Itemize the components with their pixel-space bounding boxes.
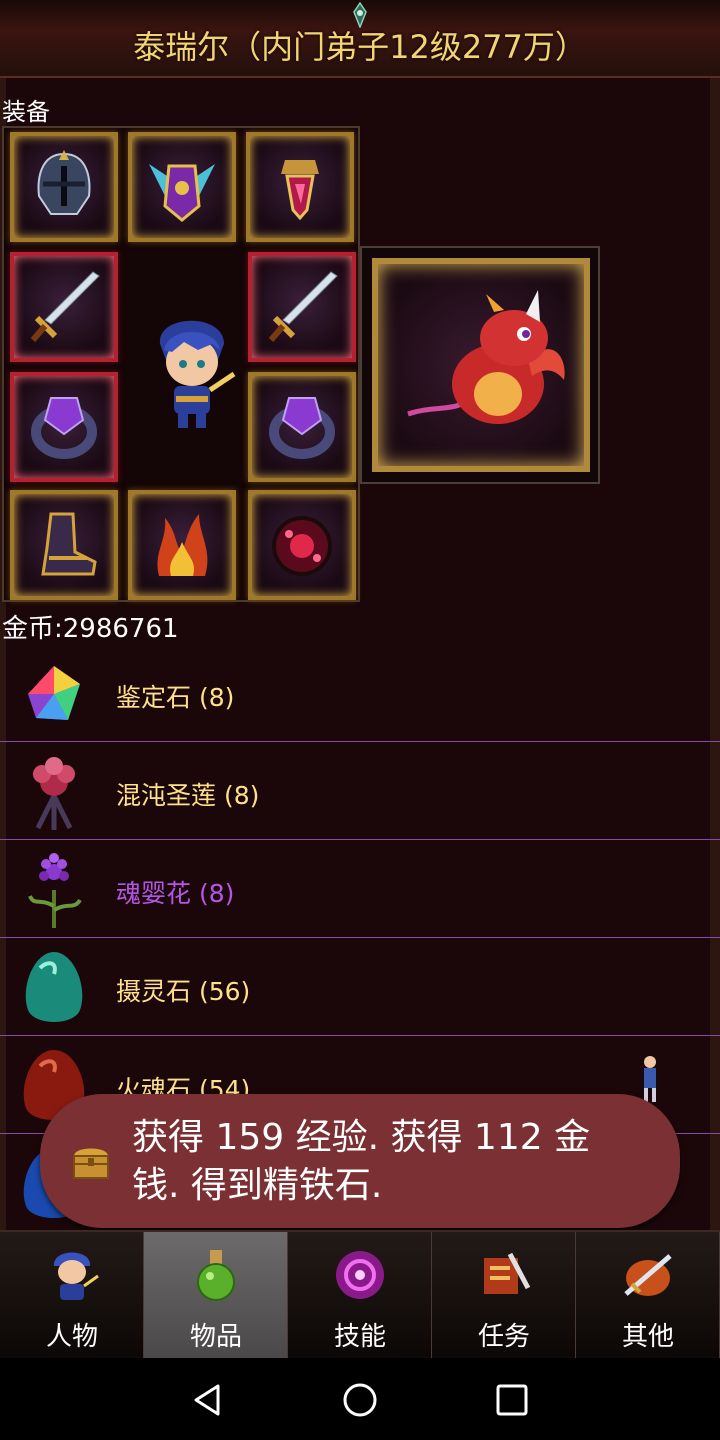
equipment-label: 装备 bbox=[2, 98, 50, 126]
boots-icon bbox=[41, 512, 97, 576]
recents-icon[interactable] bbox=[492, 1380, 532, 1420]
tab-label: 物品 bbox=[189, 1322, 242, 1352]
sword-shield-icon bbox=[624, 1254, 672, 1296]
soul-flower-icon bbox=[28, 853, 82, 928]
home-icon[interactable] bbox=[340, 1380, 380, 1420]
title-bar: 泰瑞尔（内门弟子12级277万） bbox=[0, 0, 720, 78]
bottom-tab-bar: 人物 物品 技能 任务 其他 bbox=[0, 1230, 720, 1358]
equipment-panel bbox=[2, 126, 360, 602]
tab-quests[interactable]: 任务 bbox=[432, 1232, 576, 1358]
weapon-slot-right[interactable] bbox=[248, 252, 356, 362]
hero-avatar bbox=[159, 320, 236, 428]
list-item[interactable]: 鉴定石 (8) bbox=[0, 644, 720, 742]
tab-label: 任务 bbox=[477, 1322, 530, 1352]
amulet-icon bbox=[281, 160, 319, 221]
green-egg-stone-icon bbox=[25, 952, 83, 1022]
ring-slot-left[interactable] bbox=[10, 372, 118, 482]
orb-slot[interactable] bbox=[248, 490, 356, 600]
magic-orb-icon bbox=[336, 1251, 384, 1299]
list-item[interactable]: 混沌圣莲 (8) bbox=[0, 742, 720, 840]
tab-label: 人物 bbox=[45, 1322, 98, 1352]
armor-slot[interactable] bbox=[128, 132, 236, 242]
helmet-slot[interactable] bbox=[10, 132, 118, 242]
amulet-slot[interactable] bbox=[246, 132, 354, 242]
tab-skills[interactable]: 技能 bbox=[288, 1232, 432, 1358]
tab-other[interactable]: 其他 bbox=[576, 1232, 720, 1358]
reward-toast: 获得 159 经验. 获得 112 金钱. 得到精铁石. bbox=[40, 1094, 680, 1228]
list-item[interactable]: 魂婴花 (8) bbox=[0, 840, 720, 938]
back-icon[interactable] bbox=[188, 1380, 228, 1420]
system-nav-bar bbox=[0, 1358, 720, 1440]
pet-frame bbox=[372, 258, 590, 472]
sword-icon bbox=[30, 271, 100, 342]
tab-items[interactable]: 物品 bbox=[144, 1232, 288, 1358]
flame-belt-icon bbox=[157, 514, 208, 576]
item-name: 混沌圣莲 (8) bbox=[116, 781, 260, 810]
tab-character[interactable]: 人物 bbox=[0, 1232, 144, 1358]
pet-slot[interactable] bbox=[360, 246, 600, 484]
ring-icon bbox=[269, 397, 335, 459]
tab-label: 其他 bbox=[621, 1322, 674, 1352]
gem-orb-icon bbox=[272, 516, 332, 576]
ring-slot-right[interactable] bbox=[248, 372, 356, 482]
red-dragon-icon bbox=[407, 290, 565, 424]
gold-counter: 金币:2986761 bbox=[2, 614, 179, 644]
toast-message: 获得 159 经验. 获得 112 金钱. 得到精铁石. bbox=[132, 1117, 591, 1206]
hero-icon bbox=[53, 1252, 99, 1300]
mini-hero-icon bbox=[644, 1056, 656, 1102]
wings-armor-icon bbox=[149, 164, 215, 222]
character-title: 泰瑞尔（内门弟子12级277万） bbox=[133, 28, 587, 66]
rainbow-crystal-icon bbox=[28, 666, 80, 720]
weapon-slot-left[interactable] bbox=[10, 252, 118, 362]
chaos-lotus-icon bbox=[33, 757, 75, 830]
item-name: 魂婴花 (8) bbox=[116, 879, 235, 908]
helmet-icon bbox=[37, 150, 91, 215]
belt-slot[interactable] bbox=[128, 490, 236, 600]
list-item[interactable]: 摄灵石 (56) bbox=[0, 938, 720, 1036]
item-name: 摄灵石 (56) bbox=[116, 977, 251, 1006]
boots-slot[interactable] bbox=[10, 490, 118, 600]
item-name: 鉴定石 (8) bbox=[116, 683, 235, 712]
treasure-chest-icon bbox=[73, 1148, 109, 1179]
ring-icon bbox=[31, 397, 97, 459]
sword-icon bbox=[268, 271, 338, 342]
quest-scroll-icon bbox=[484, 1252, 531, 1294]
potion-icon bbox=[197, 1250, 235, 1301]
tab-label: 技能 bbox=[333, 1322, 386, 1352]
